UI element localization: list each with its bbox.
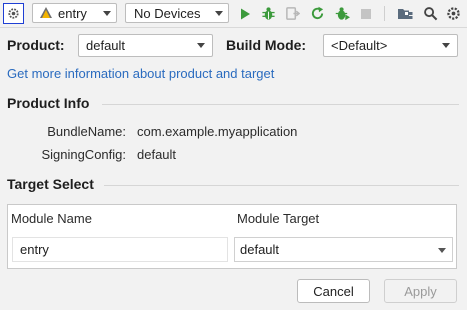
signing-config-value: default — [137, 147, 177, 162]
target-select-title: Target Select — [7, 176, 94, 192]
module-name-cell[interactable]: entry — [12, 237, 228, 262]
run-config-settings-button[interactable] — [3, 3, 24, 24]
apply-button[interactable]: Apply — [384, 279, 457, 303]
toolbar: entry No Devices — [0, 0, 467, 28]
cancel-button[interactable]: Cancel — [297, 279, 370, 303]
settings-icon — [447, 7, 460, 20]
product-info-title: Product Info — [7, 95, 90, 111]
module-target-select[interactable]: default — [234, 237, 453, 262]
device-selector-value: No Devices — [134, 5, 201, 21]
bundle-name-value: com.example.myapplication — [137, 124, 298, 139]
project-structure-button[interactable] — [394, 3, 415, 24]
project-structure-icon — [397, 9, 412, 19]
product-info-divider — [102, 104, 459, 105]
stop-icon — [360, 8, 371, 19]
profile-button[interactable] — [332, 3, 353, 24]
toolbar-separator — [384, 6, 385, 21]
product-select[interactable]: default — [78, 34, 213, 57]
chevron-down-icon — [215, 11, 223, 16]
chevron-down-icon — [442, 43, 450, 48]
module-name-value: entry — [20, 242, 49, 257]
module-target-value: default — [240, 242, 280, 257]
device-selector[interactable]: No Devices — [125, 3, 229, 23]
debug-button[interactable] — [258, 3, 279, 24]
chevron-down-icon — [103, 11, 111, 16]
rerun-button[interactable] — [307, 3, 328, 24]
debug-icon — [262, 7, 275, 20]
stop-button[interactable] — [355, 3, 376, 24]
build-mode-select-value: <Default> — [331, 38, 388, 53]
product-label: Product: — [7, 37, 65, 53]
product-select-value: default — [86, 38, 126, 53]
module-selector-value: entry — [58, 5, 87, 21]
run-button[interactable] — [234, 3, 255, 24]
chevron-down-icon — [438, 248, 446, 253]
harmony-module-icon — [40, 7, 52, 18]
target-select-divider — [104, 185, 459, 186]
gear-icon — [8, 8, 19, 19]
module-selector[interactable]: entry — [32, 3, 117, 23]
chevron-down-icon — [197, 43, 205, 48]
bundle-name-label: BundleName: — [47, 124, 126, 139]
run-icon — [240, 8, 250, 19]
search-icon — [424, 7, 438, 21]
rerun-icon — [311, 6, 324, 20]
build-mode-select[interactable]: <Default> — [323, 34, 458, 57]
attach-debugger-icon — [286, 7, 300, 20]
signing-config-label: SigningConfig: — [41, 147, 126, 162]
more-info-link[interactable]: Get more information about product and t… — [7, 66, 274, 81]
search-button[interactable] — [420, 3, 441, 24]
column-header-module-name: Module Name — [11, 211, 92, 226]
attach-debugger-button[interactable] — [282, 3, 303, 24]
build-mode-label: Build Mode: — [226, 37, 307, 53]
profile-icon — [335, 7, 350, 21]
settings-button[interactable] — [443, 3, 464, 24]
target-table: Module Name Module Target entry default — [7, 204, 457, 269]
column-header-module-target: Module Target — [237, 211, 320, 226]
